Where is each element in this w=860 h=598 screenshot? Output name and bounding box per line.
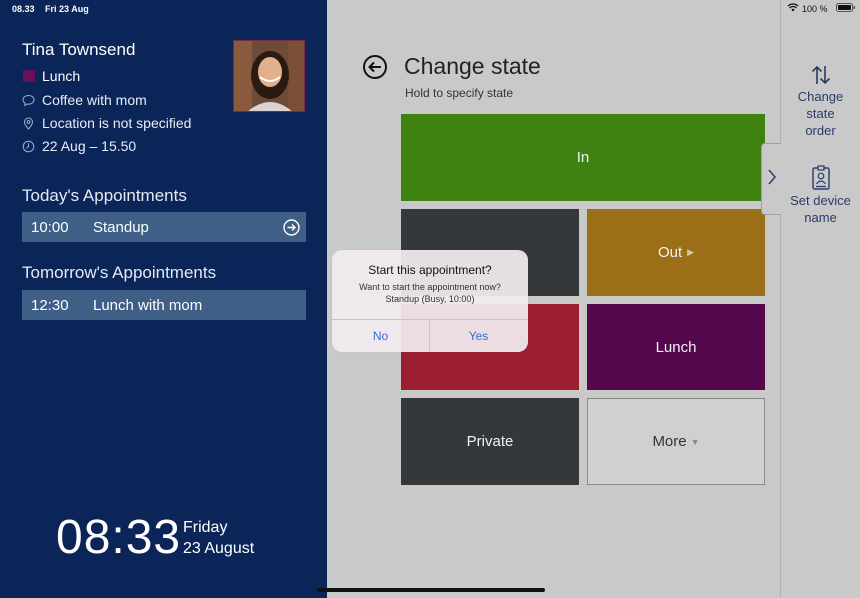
tile-label: In [576, 149, 590, 166]
profile-panel: 08.33 Fri 23 Aug Tina Townsend Lunch Cof… [0, 0, 327, 598]
message-row: Coffee with mom [22, 92, 147, 108]
battery-percent: 100 % [802, 3, 828, 14]
change-state-order-label: Change state order [797, 89, 844, 138]
appointment-time: 12:30 [31, 296, 69, 314]
big-clock: 08:33 [56, 511, 182, 564]
clock-icon [22, 140, 35, 153]
start-appointment-icon[interactable] [276, 218, 306, 236]
chevron-down-icon: ▼ [690, 436, 700, 447]
state-row: Lunch [22, 68, 80, 84]
status-bar-right: 100 % [787, 3, 856, 14]
state-color-icon [22, 70, 35, 83]
play-arrow-icon: ▶ [687, 247, 695, 257]
appointment-name: Standup [93, 218, 149, 236]
start-appointment-dialog: Start this appointment? Want to start th… [332, 250, 528, 352]
dialog-no-button[interactable]: No [332, 320, 429, 352]
dialog-message: Want to start the appointment now? Stand… [332, 281, 528, 305]
clock-date: Friday 23 August [183, 517, 254, 559]
appointment-name: Lunch with mom [93, 296, 203, 314]
home-indicator [317, 588, 545, 592]
state-tile-private[interactable]: Private [401, 398, 579, 485]
back-arrow-icon[interactable] [362, 54, 388, 80]
today-appointment[interactable]: 10:00 Standup [22, 212, 306, 242]
change-state-order-button[interactable]: Change state order [781, 64, 860, 139]
dialog-message-line-2: Standup (Busy, 10:00) [385, 294, 475, 304]
until-text: 22 Aug – 15.50 [42, 138, 137, 154]
set-device-name-label: Set device name [790, 193, 851, 225]
state-tile-lunch[interactable]: Lunch [587, 304, 765, 390]
state-tile-out[interactable]: Out ▶ [587, 209, 765, 296]
location-pin-icon [22, 117, 35, 130]
today-title: Today's Appointments [22, 186, 187, 205]
state-tile-in[interactable]: In [401, 114, 765, 201]
dialog-yes-button[interactable]: Yes [430, 320, 527, 352]
tomorrow-title: Tomorrow's Appointments [22, 263, 217, 282]
tile-label: Out [657, 244, 683, 261]
set-device-name-button[interactable]: Set device name [781, 165, 860, 226]
until-row: 22 Aug – 15.50 [22, 138, 136, 154]
battery-icon [835, 3, 856, 14]
page-subtitle: Hold to specify state [405, 86, 514, 100]
tomorrow-appointment[interactable]: 12:30 Lunch with mom [22, 290, 306, 320]
state-label: Lunch [42, 68, 81, 84]
clock-weekday: Friday [183, 519, 228, 536]
tile-label: Lunch [655, 338, 697, 356]
location-text: Location is not specified [42, 115, 192, 131]
appointment-time: 10:00 [31, 218, 69, 236]
avatar [233, 40, 305, 112]
id-badge-icon [781, 165, 860, 192]
page-title: Change state [404, 53, 541, 79]
location-row: Location is not specified [22, 115, 191, 131]
chevron-right-icon [767, 168, 777, 191]
sort-arrows-icon [781, 64, 860, 88]
message-text: Coffee with mom [42, 92, 147, 108]
speech-bubble-icon [22, 94, 35, 107]
tile-label: More [652, 433, 687, 450]
more-states-button[interactable]: More ▼ [587, 398, 765, 485]
clock-full-date: 23 August [183, 540, 255, 557]
dialog-title: Start this appointment? [368, 263, 492, 277]
status-date: Fri 23 Aug [45, 4, 89, 14]
wifi-icon [787, 3, 799, 14]
dialog-message-line-1: Want to start the appointment now? [359, 282, 501, 292]
collapse-panel-handle[interactable] [761, 143, 781, 215]
tile-label: Private [466, 433, 514, 450]
person-name: Tina Townsend [22, 40, 136, 59]
status-bar-left: 08.33 Fri 23 Aug [12, 4, 97, 14]
status-time: 08.33 [12, 4, 35, 14]
